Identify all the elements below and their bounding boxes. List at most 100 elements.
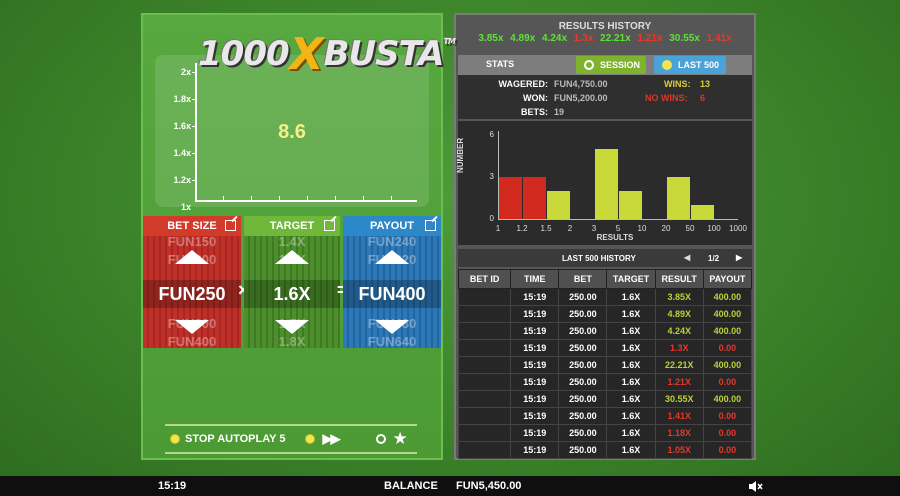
histogram-y-tick: 0 [489,214,494,223]
table-row: 15:19 250.00 1.6X 30.55X 400.00 [457,390,753,408]
won-label: WON: [523,93,548,103]
cell-id [457,322,512,340]
cell-bet: 250.00 [558,305,608,323]
stats-tabs: STATS SESSION LAST 500 [458,55,752,75]
cell-time: 15:19 [510,288,560,306]
histogram-bar [499,177,522,219]
history-header: LAST 500 HISTORY ◀ 1/2 ▶ [458,249,752,267]
bet-size-value: FUN250 [143,280,241,308]
decrease-bet-button[interactable] [175,320,209,334]
histogram-x-tick: 1.5 [540,224,552,233]
cell-time: 15:19 [510,407,560,425]
cell-bet: 250.00 [558,339,608,357]
edit-icon[interactable] [324,220,335,231]
cell-time: 15:19 [510,373,560,391]
decrease-payout-button[interactable] [375,320,409,334]
page-indicator: 1/2 [708,254,720,263]
bet-controls: BET SIZE FUN150 FUN200 FUN250 FUN300 FUN… [143,216,441,348]
cell-result: 1.3X [654,339,704,357]
tab-session[interactable]: SESSION [576,56,646,74]
cell-payout: 0.00 [702,424,753,442]
histogram-x-tick: 1000 [729,224,747,233]
cell-target: 1.6X [606,339,656,357]
cell-id [457,390,512,408]
payout-option: FUN640 [367,334,417,348]
table-row: 15:19 250.00 1.6X 1.3X 0.00 [457,339,753,357]
clock: 15:19 [158,480,187,492]
edit-icon[interactable] [225,220,236,231]
wins-value: 13 [700,79,711,89]
cell-time: 15:19 [510,424,560,442]
cell-time: 15:19 [510,390,560,408]
bet-size-header[interactable]: BET SIZE [143,216,241,236]
stop-autoplay-button[interactable]: STOP AUTOPLAY 5 [170,433,285,445]
wagered-value: FUN4,750.00 [554,79,608,89]
cell-time: 15:19 [510,441,560,459]
game-panel: 1000 X BUSTA TM 2x 1.8x 1.6x 1.4x 1.2x 1x 8… [141,13,456,460]
cell-payout: 0.00 [702,339,753,357]
cell-payout: 400.00 [702,356,753,374]
balance-label: BALANCE [384,480,438,492]
toggle-on-icon [305,434,316,444]
table-row: 15:19 250.00 1.6X 3.85X 400.00 [457,288,753,306]
payout-column: PAYOUT FUN240 FUN320 FUN400 FUN480 FUN64… [343,216,441,348]
table-row: 15:19 250.00 1.6X 1.05X 0.00 [457,441,753,459]
mute-icon[interactable] [749,481,763,492]
cell-target: 1.6X [606,305,656,323]
prev-page-icon[interactable]: ◀ [684,253,690,262]
histogram-bar [523,177,546,219]
column-header: PAYOUT [702,269,753,289]
target-header[interactable]: TARGET [244,216,340,236]
history-title: LAST 500 HISTORY [562,254,636,263]
wagered-label: WAGERED: [498,79,549,89]
graph-y-label: 1x [180,202,191,212]
won-value: FUN5,200.00 [554,93,608,103]
edit-icon[interactable] [425,220,436,231]
cell-result: 4.24X [654,322,704,340]
cell-id [457,305,512,323]
favourite-toggle[interactable]: ★ [376,429,408,449]
cell-payout: 400.00 [702,305,753,323]
bet-size-column: BET SIZE FUN150 FUN200 FUN250 FUN300 FUN… [143,216,241,348]
column-header: TIME [510,269,560,289]
histogram-x-tick: 1.2 [516,224,528,233]
fast-play-toggle[interactable]: ▶▶ [305,431,340,447]
payout-value: FUN400 [343,280,441,308]
table-header-row: BET ID TIME BET TARGET RESULT PAYOUT [457,269,753,289]
graph-y-label: 1.2x [173,175,191,185]
cell-time: 15:19 [510,322,560,340]
balance-value: FUN5,450.00 [456,480,522,492]
histogram-bar [667,177,690,219]
next-page-icon[interactable]: ▶ [736,253,742,262]
cell-result: 1.05X [654,441,704,459]
histogram-bar [547,191,570,219]
decrease-target-button[interactable] [275,320,309,334]
increase-target-button[interactable] [275,250,309,264]
column-header: BET [558,269,608,289]
increase-bet-button[interactable] [175,250,209,264]
graph-y-label: 2x [180,67,191,77]
cell-id [457,424,512,442]
history-table: BET ID TIME BET TARGET RESULT PAYOUT 15:… [457,269,753,459]
cell-payout: 400.00 [702,322,753,340]
result-value: 3.85x [478,33,504,44]
no-wins-label: NO WINS: [645,93,688,103]
cell-bet: 250.00 [558,322,608,340]
bets-value: 19 [554,107,565,117]
tab-last-500[interactable]: LAST 500 [654,56,726,74]
cell-result: 1.41X [654,407,704,425]
no-wins-value: 6 [700,93,706,103]
results-history-title: RESULTS HISTORY [558,21,652,32]
cell-result: 1.18X [654,424,704,442]
graph-y-label: 1.4x [173,148,191,158]
increase-payout-button[interactable] [375,250,409,264]
cell-payout: 0.00 [702,441,753,459]
column-header: BET ID [457,269,512,289]
payout-header[interactable]: PAYOUT [343,216,441,236]
histogram-bar [691,205,714,219]
cell-id [457,373,512,391]
fast-forward-icon: ▶▶ [322,431,340,446]
cell-bet: 250.00 [558,288,608,306]
cell-target: 1.6X [606,407,656,425]
cell-target: 1.6X [606,373,656,391]
